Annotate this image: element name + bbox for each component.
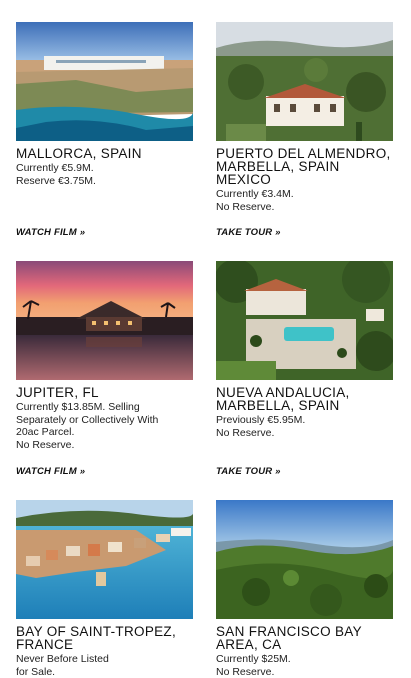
listing-title[interactable]: MALLORCA, SPAIN [16, 147, 193, 161]
listings-grid: MALLORCA, SPAIN Currently €5.9M. Reserve… [0, 0, 411, 678]
listing-photo-marbella[interactable] [216, 22, 393, 141]
listing-details: Currently €5.9M. Reserve €3.75M. [16, 162, 96, 187]
listing-card-san-francisco-bay-area: SAN FRANCISCO BAY AREA, CA Currently $25… [216, 500, 393, 678]
listing-card-puerto-del-almendro: PUERTO DEL ALMENDRO, MARBELLA, SPAIN MEX… [216, 22, 393, 238]
listing-card-mallorca: MALLORCA, SPAIN Currently €5.9M. Reserve… [16, 22, 193, 238]
listing-card-saint-tropez: BAY OF SAINT-TROPEZ, FRANCE Never Before… [16, 500, 193, 678]
listing-card-jupiter: JUPITER, FL Currently $13.85M. Selling S… [16, 261, 193, 477]
watch-film-link[interactable]: WATCH FILM » [16, 466, 85, 477]
listing-details: Previously €5.95M. No Reserve. [216, 414, 306, 439]
watch-film-link[interactable]: WATCH FILM » [16, 227, 85, 238]
take-tour-link[interactable]: TAKE TOUR » [216, 466, 281, 477]
listing-card-nueva-andalucia: NUEVA ANDALUCIA, MARBELLA, SPAIN Previou… [216, 261, 393, 477]
listing-title[interactable]: JUPITER, FL [16, 386, 193, 400]
listing-details: Currently €3.4M. No Reserve. [216, 188, 294, 213]
listing-photo-san-francisco[interactable] [216, 500, 393, 619]
listing-title[interactable]: PUERTO DEL ALMENDRO, MARBELLA, SPAIN MEX… [216, 147, 393, 187]
take-tour-link[interactable]: TAKE TOUR » [216, 227, 281, 238]
listing-photo-jupiter[interactable] [16, 261, 193, 380]
listing-title[interactable]: NUEVA ANDALUCIA, MARBELLA, SPAIN [216, 386, 393, 413]
listing-details: Currently $13.85M. Selling Separately or… [16, 401, 159, 451]
listing-details: Never Before Listed for Sale. [16, 653, 109, 678]
listing-photo-mallorca[interactable] [16, 22, 193, 141]
listing-photo-nueva-andalucia[interactable] [216, 261, 393, 380]
listing-details: Currently $25M. No Reserve. [216, 653, 291, 678]
listing-photo-saint-tropez[interactable] [16, 500, 193, 619]
listing-title[interactable]: SAN FRANCISCO BAY AREA, CA [216, 625, 393, 652]
listing-title[interactable]: BAY OF SAINT-TROPEZ, FRANCE [16, 625, 193, 652]
